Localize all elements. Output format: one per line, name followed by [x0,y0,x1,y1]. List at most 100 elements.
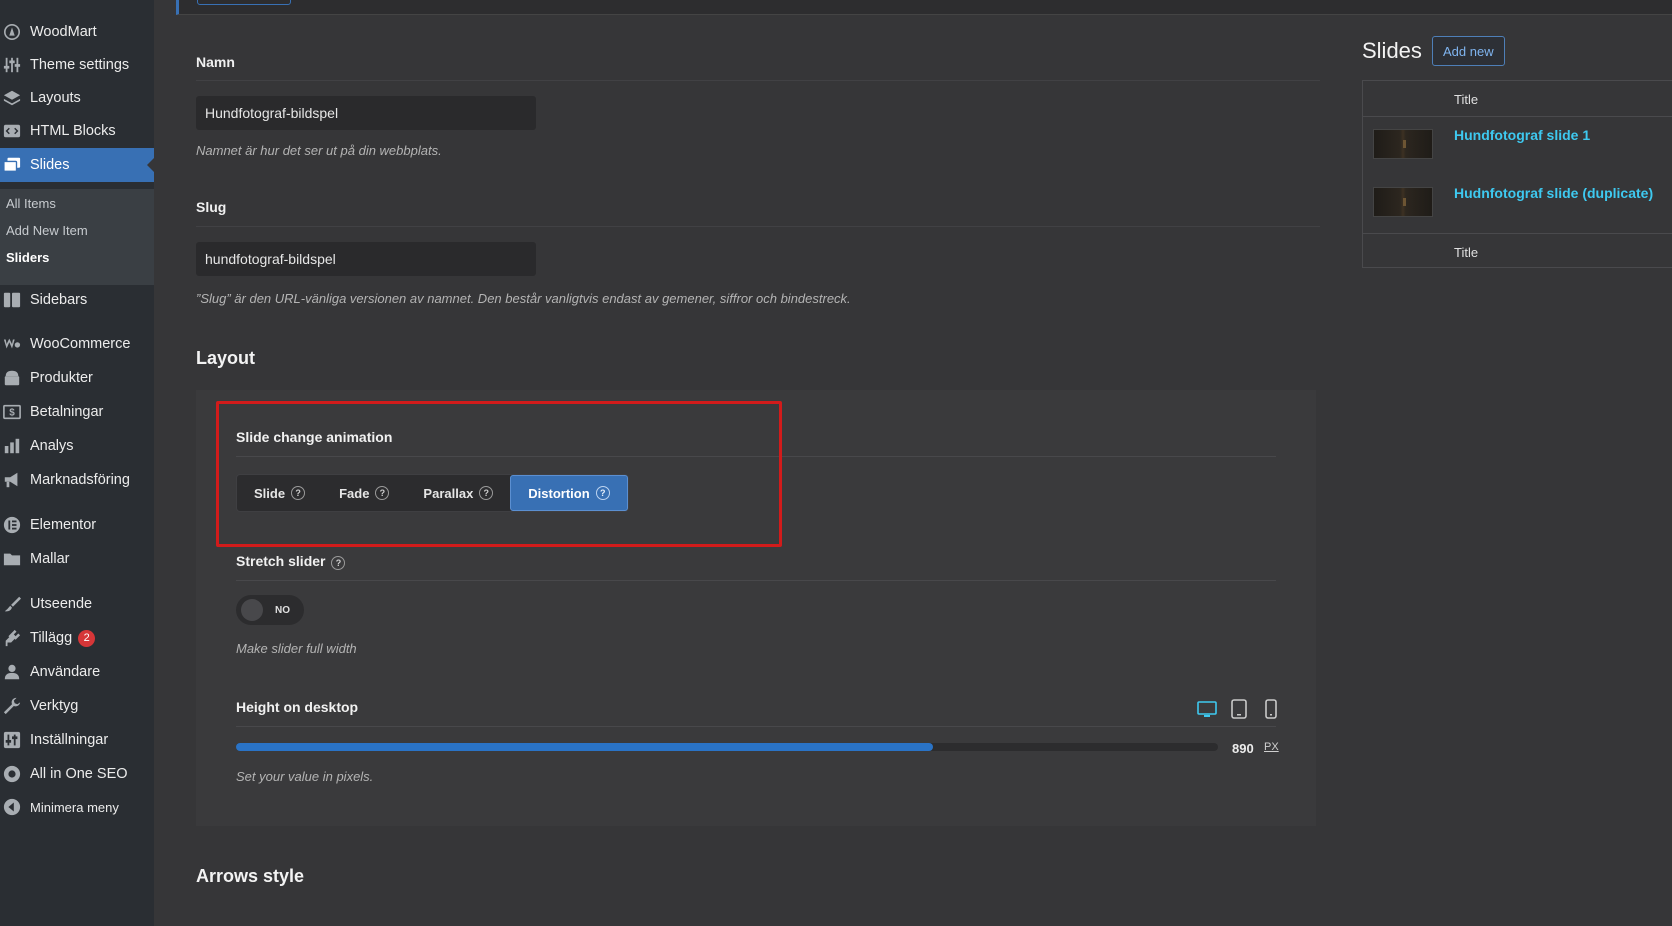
name-label: Namn [196,54,235,70]
sidebar-item-verktyg[interactable]: Verktyg [0,692,154,720]
sidebar-item-sidebars[interactable]: Sidebars [0,286,154,314]
sidebar-item-label: Minimera meny [30,799,119,815]
folder-icon [0,550,30,568]
sliders-icon [0,56,30,74]
sidebar-item-theme-settings[interactable]: Theme settings [0,51,154,79]
user-icon [0,663,30,681]
sidebar-collapse-menu[interactable]: Minimera meny [0,793,154,821]
annotation-highlight-box [216,401,782,547]
column-title[interactable]: Title [1454,245,1478,260]
seo-icon [0,765,30,783]
sidebar-icon [0,291,30,309]
brush-icon [0,595,30,613]
megaphone-icon [0,471,30,489]
svg-text:$: $ [9,408,15,419]
sidebar-item-label: WooCommerce [30,336,131,352]
settings-icon [0,731,30,749]
layout-section-title: Layout [196,348,256,368]
sidebar-item-label: Verktyg [30,698,79,714]
mobile-icon[interactable] [1260,698,1282,720]
sidebar-item-label: Tillägg [30,630,73,646]
sidebar-item-slides[interactable]: Slides [0,148,154,182]
sidebar-item-woodmart[interactable]: WoodMart [0,18,154,46]
stretch-slider-toggle[interactable]: NO [236,595,304,625]
woocommerce-icon [0,335,30,353]
name-description: Namnet är hur det ser ut på din webbplat… [196,143,442,158]
sidebar-item-tillagg[interactable]: Tillägg 2 [0,624,154,652]
table-header: Title [1363,81,1672,117]
previous-section-box [176,0,1672,15]
submenu-all-items[interactable]: All Items [6,196,56,211]
elementor-icon [0,516,30,534]
slug-label: Slug [196,199,227,215]
sidebar-item-label: All in One SEO [30,766,128,782]
sidebar-item-html-blocks[interactable]: HTML Blocks [0,117,154,145]
sidebar-item-label: Inställningar [30,732,109,748]
sidebar-item-woocommerce[interactable]: WooCommerce [0,330,154,358]
arrows-style-title: Arrows style [196,866,305,886]
collapse-icon [0,798,30,816]
sidebar-item-label: Sidebars [30,292,88,308]
dollar-icon: $ [0,403,30,421]
update-count-badge: 2 [78,629,96,647]
slug-input[interactable] [196,242,536,276]
stretch-slider-description: Make slider full width [236,641,357,656]
height-value[interactable]: 890 [1232,741,1254,756]
sidebar-item-label: Användare [30,664,101,680]
height-slider-track[interactable] [236,743,1218,751]
name-input[interactable] [196,96,536,130]
sidebar-item-label: Utseende [30,596,93,612]
wrench-icon [0,697,30,715]
slug-description: ”Slug” är den URL-vänliga versionen av n… [196,291,851,306]
slide-title-link[interactable]: Hudnfotograf slide (duplicate) [1454,185,1653,201]
sidebar-item-mallar[interactable]: Mallar [0,545,154,573]
slides-icon [0,156,30,174]
submenu-add-new-item[interactable]: Add New Item [6,223,88,238]
clipped-button[interactable] [197,0,291,5]
sidebar-item-label: Betalningar [30,404,104,420]
woodmart-icon [0,23,30,41]
sidebar-item-betalningar[interactable]: $ Betalningar [0,398,154,426]
sidebar-item-all-in-one-seo[interactable]: All in One SEO [0,760,154,788]
help-icon[interactable]: ? [331,556,346,570]
code-block-icon [0,122,30,140]
sidebar-item-installningar[interactable]: Inställningar [0,726,154,754]
admin-sidebar: WoodMart Theme settings Layouts HTML Blo… [0,0,154,926]
layers-icon [0,89,30,107]
sidebar-item-elementor[interactable]: Elementor [0,511,154,539]
tablet-icon[interactable] [1228,698,1250,720]
slide-thumbnail[interactable] [1373,187,1433,217]
archive-icon [0,369,30,387]
slide-title-link[interactable]: Hundfotograf slide 1 [1454,127,1590,143]
sidebar-item-produkter[interactable]: Produkter [0,364,154,392]
sidebar-item-label: Theme settings [30,57,130,73]
sidebar-item-analys[interactable]: Analys [0,432,154,460]
bar-chart-icon [0,437,30,455]
stretch-slider-text: Stretch slider [236,553,326,569]
divider [236,580,1276,581]
sidebar-item-label: Produkter [30,370,93,386]
add-new-slide-button[interactable]: Add new [1432,36,1505,66]
divider [196,80,1320,81]
sidebar-item-anvandare[interactable]: Användare [0,658,154,686]
divider [236,726,1276,727]
column-title[interactable]: Title [1454,92,1478,107]
sidebar-item-label: HTML Blocks [30,123,116,139]
sidebar-item-label: Mallar [30,551,70,567]
height-description: Set your value in pixels. [236,769,374,784]
sidebar-item-layouts[interactable]: Layouts [0,84,154,112]
toggle-knob [241,599,263,621]
sidebar-item-utseende[interactable]: Utseende [0,590,154,618]
sidebar-item-label: WoodMart [30,24,97,40]
desktop-icon[interactable] [1196,698,1218,720]
plugin-icon [0,629,30,647]
height-unit[interactable]: PX [1264,741,1279,753]
slide-thumbnail[interactable] [1373,129,1433,159]
table-row: Hundfotograf slide 1 [1363,117,1672,175]
sidebar-item-label: Analys [30,438,74,454]
divider [196,226,1320,227]
submenu-sliders[interactable]: Sliders [6,250,49,265]
sidebar-item-label: Elementor [30,517,97,533]
sidebar-item-marknadsforing[interactable]: Marknadsföring [0,466,154,494]
stretch-slider-label: Stretch slider? [236,553,346,570]
